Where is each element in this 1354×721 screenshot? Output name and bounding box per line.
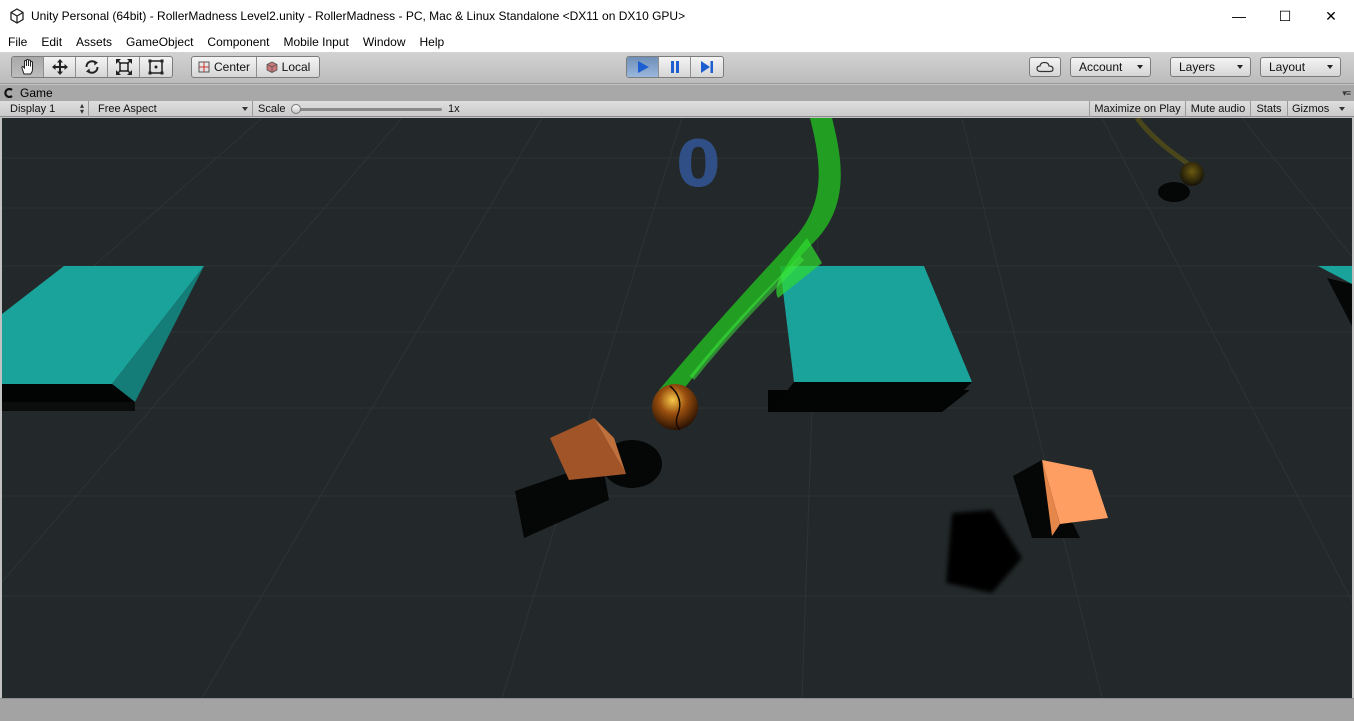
minimize-icon: — — [1232, 8, 1246, 24]
chevron-down-icon — [1327, 65, 1333, 69]
cloud-icon — [1036, 61, 1054, 73]
center-platform — [768, 266, 972, 412]
pause-icon — [670, 61, 679, 73]
play-icon — [637, 61, 649, 73]
account-label: Account — [1079, 60, 1123, 74]
menu-window[interactable]: Window — [356, 32, 413, 52]
chevron-down-icon — [1237, 65, 1243, 69]
menu-file[interactable]: File — [0, 32, 34, 52]
unity-logo-icon — [10, 8, 24, 24]
step-icon — [701, 61, 713, 73]
pickup-box-far — [946, 460, 1108, 593]
gizmos-label: Gizmos — [1292, 103, 1330, 115]
menu-edit[interactable]: Edit — [34, 32, 69, 52]
menu-bar: File Edit Assets GameObject Component Mo… — [0, 32, 1354, 52]
pivot-center-icon — [198, 61, 210, 73]
main-toolbar: Center Local Account Layers Layout — [0, 52, 1354, 84]
maximize-on-play-label: Maximize on Play — [1094, 103, 1181, 115]
pivot-local-button[interactable]: Local — [257, 57, 319, 77]
play-button[interactable] — [627, 57, 659, 77]
pause-button[interactable] — [659, 57, 691, 77]
transform-tools — [11, 56, 173, 78]
menu-component[interactable]: Component — [200, 32, 276, 52]
pivot-center-label: Center — [213, 60, 251, 74]
status-bar — [0, 698, 1354, 721]
close-window-button[interactable]: ✕ — [1308, 0, 1354, 32]
pivot-toggles: Center Local — [191, 56, 320, 78]
maximize-icon: ☐ — [1278, 7, 1292, 24]
scale-slider-track[interactable] — [296, 108, 442, 111]
distant-pickup — [1135, 118, 1204, 202]
scale-slider-handle[interactable] — [291, 104, 301, 114]
minimize-button[interactable]: — — [1216, 0, 1262, 32]
rect-tool-button[interactable] — [140, 57, 172, 77]
aspect-select[interactable]: Free Aspect — [92, 101, 253, 117]
menu-mobile-input[interactable]: Mobile Input — [276, 32, 355, 52]
menu-gameobject[interactable]: GameObject — [119, 32, 200, 52]
hand-icon — [20, 59, 33, 75]
move-icon — [51, 59, 68, 75]
rotate-tool-button[interactable] — [76, 57, 108, 77]
maximize-button[interactable]: ☐ — [1262, 0, 1308, 32]
mute-audio-label: Mute audio — [1190, 103, 1246, 115]
account-dropdown[interactable]: Account — [1070, 57, 1151, 77]
close-icon: ✕ — [1325, 7, 1337, 24]
layers-dropdown[interactable]: Layers — [1170, 57, 1251, 77]
game-controller-icon — [4, 88, 13, 98]
pivot-center-button[interactable]: Center — [192, 57, 257, 77]
game-tab-header: Game ▾≡ — [0, 85, 1354, 101]
display-label: Display 1 — [10, 103, 56, 115]
score-text: 0 — [676, 128, 721, 202]
stats-toggle[interactable]: Stats — [1250, 101, 1287, 117]
scale-label: Scale — [258, 103, 286, 115]
cloud-button[interactable] — [1029, 57, 1061, 77]
left-platform — [2, 266, 204, 411]
local-space-icon — [266, 61, 278, 73]
rect-icon — [148, 59, 164, 75]
right-platform — [1318, 266, 1352, 326]
hand-tool-button[interactable] — [12, 57, 44, 77]
move-tool-button[interactable] — [44, 57, 76, 77]
menu-help[interactable]: Help — [413, 32, 452, 52]
window-title: Unity Personal (64bit) - RollerMadness L… — [31, 9, 686, 23]
layout-dropdown[interactable]: Layout — [1260, 57, 1341, 77]
menu-assets[interactable]: Assets — [69, 32, 119, 52]
tab-menu-icon[interactable]: ▾≡ — [1342, 88, 1351, 99]
tab-game[interactable]: Game — [4, 85, 53, 101]
scale-value: 1x — [448, 103, 460, 115]
chevron-down-icon — [1339, 107, 1345, 111]
chevron-down-icon — [242, 107, 248, 111]
rotate-icon — [85, 60, 98, 74]
tab-game-label: Game — [20, 86, 53, 100]
play-controls — [626, 56, 724, 78]
step-button[interactable] — [691, 57, 723, 77]
window-controls: — ☐ ✕ — [1216, 0, 1354, 32]
scale-icon — [115, 59, 132, 75]
title-bar: Unity Personal (64bit) - RollerMadness L… — [0, 0, 1354, 32]
layers-label: Layers — [1179, 60, 1216, 74]
updown-arrows-icon: ▴ ▾ — [79, 101, 84, 116]
gizmos-toggle[interactable]: Gizmos — [1287, 101, 1349, 117]
stats-label: Stats — [1256, 103, 1282, 115]
maximize-on-play-toggle[interactable]: Maximize on Play — [1089, 101, 1185, 117]
game-view-toolbar: Display 1 ▴ ▾ Free Aspect Scale 1x Maximi… — [0, 101, 1354, 117]
display-select[interactable]: Display 1 ▴ ▾ — [4, 101, 89, 117]
game-scene — [2, 118, 1352, 698]
chevron-down-icon — [1137, 65, 1143, 69]
scale-tool-button[interactable] — [108, 57, 140, 77]
mute-audio-toggle[interactable]: Mute audio — [1185, 101, 1250, 117]
aspect-label: Free Aspect — [98, 103, 157, 115]
pivot-local-label: Local — [281, 60, 311, 74]
game-viewport[interactable]: 0 — [2, 118, 1352, 698]
layout-label: Layout — [1269, 60, 1306, 74]
player-ball — [652, 384, 698, 431]
